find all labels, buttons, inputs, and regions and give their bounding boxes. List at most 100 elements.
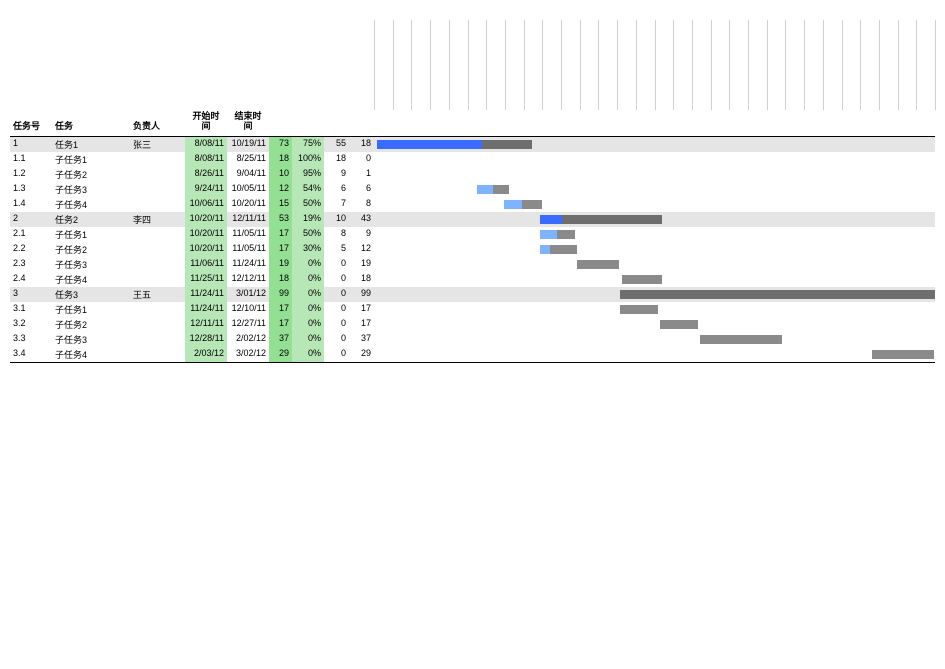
end-cell[interactable]: 11/05/11	[227, 242, 269, 257]
owner-cell[interactable]	[130, 257, 185, 272]
task-no-cell[interactable]: 1.2	[10, 167, 52, 182]
table-row[interactable]: 2.4子任务411/25/1112/12/11180%018	[10, 272, 935, 287]
dur-cell[interactable]: 53	[269, 212, 292, 227]
start-cell[interactable]: 8/26/11	[185, 167, 227, 182]
owner-cell[interactable]	[130, 332, 185, 347]
pct-cell[interactable]: 30%	[292, 242, 324, 257]
gantt-bar-remain[interactable]	[620, 305, 658, 314]
owner-cell[interactable]	[130, 197, 185, 212]
dur-cell[interactable]: 10	[269, 167, 292, 182]
pct-cell[interactable]: 0%	[292, 287, 324, 302]
task-no-cell[interactable]: 3.3	[10, 332, 52, 347]
gantt-bar-remain[interactable]	[550, 245, 577, 254]
owner-cell[interactable]: 李四	[130, 212, 185, 227]
done-cell[interactable]: 0	[324, 332, 349, 347]
pct-cell[interactable]: 0%	[292, 317, 324, 332]
remain-cell[interactable]: 19	[349, 257, 374, 272]
table-row[interactable]: 1.4子任务410/06/1110/20/111550%78	[10, 197, 935, 212]
table-row[interactable]: 3.2子任务212/11/1112/27/11170%017	[10, 317, 935, 332]
gantt-bar-remain[interactable]	[577, 260, 619, 269]
end-cell[interactable]: 12/12/11	[227, 272, 269, 287]
remain-cell[interactable]: 37	[349, 332, 374, 347]
owner-cell[interactable]	[130, 167, 185, 182]
table-row[interactable]: 1.3子任务39/24/1110/05/111254%66	[10, 182, 935, 197]
gantt-bar-done[interactable]	[377, 140, 482, 149]
task-name-cell[interactable]: 子任务1	[52, 152, 130, 167]
start-cell[interactable]: 10/20/11	[185, 212, 227, 227]
task-no-cell[interactable]: 2	[10, 212, 52, 227]
task-no-cell[interactable]: 1	[10, 137, 52, 152]
done-cell[interactable]: 7	[324, 197, 349, 212]
done-cell[interactable]: 0	[324, 317, 349, 332]
remain-cell[interactable]: 0	[349, 152, 374, 167]
table-row[interactable]: 3.3子任务312/28/112/02/12370%037	[10, 332, 935, 347]
gantt-bar-remain[interactable]	[700, 335, 782, 344]
pct-cell[interactable]: 54%	[292, 182, 324, 197]
end-cell[interactable]: 10/05/11	[227, 182, 269, 197]
gantt-bar-done[interactable]	[477, 185, 493, 194]
done-cell[interactable]: 0	[324, 347, 349, 362]
remain-cell[interactable]: 12	[349, 242, 374, 257]
start-cell[interactable]: 12/11/11	[185, 317, 227, 332]
table-row[interactable]: 1.1子任务18/08/118/25/1118100%180	[10, 152, 935, 167]
task-no-cell[interactable]: 1.1	[10, 152, 52, 167]
end-cell[interactable]: 10/20/11	[227, 197, 269, 212]
table-row[interactable]: 2.2子任务210/20/1111/05/111730%512	[10, 242, 935, 257]
end-cell[interactable]: 12/11/11	[227, 212, 269, 227]
owner-cell[interactable]	[130, 182, 185, 197]
gantt-bar-done[interactable]	[504, 200, 522, 209]
done-cell[interactable]: 0	[324, 302, 349, 317]
task-name-cell[interactable]: 子任务4	[52, 272, 130, 287]
task-name-cell[interactable]: 任务1	[52, 137, 130, 152]
owner-cell[interactable]: 张三	[130, 137, 185, 152]
end-cell[interactable]: 12/27/11	[227, 317, 269, 332]
remain-cell[interactable]: 18	[349, 137, 374, 152]
remain-cell[interactable]: 99	[349, 287, 374, 302]
start-cell[interactable]: 11/24/11	[185, 302, 227, 317]
table-row[interactable]: 2.1子任务110/20/1111/05/111750%89	[10, 227, 935, 242]
task-name-cell[interactable]: 子任务3	[52, 257, 130, 272]
start-cell[interactable]: 10/06/11	[185, 197, 227, 212]
pct-cell[interactable]: 75%	[292, 137, 324, 152]
remain-cell[interactable]: 17	[349, 317, 374, 332]
owner-cell[interactable]	[130, 152, 185, 167]
gantt-bar-remain[interactable]	[622, 275, 662, 284]
table-row[interactable]: 1任务1张三8/08/1110/19/117375%5518	[10, 137, 935, 152]
start-cell[interactable]: 11/24/11	[185, 287, 227, 302]
end-cell[interactable]: 11/05/11	[227, 227, 269, 242]
dur-cell[interactable]: 17	[269, 317, 292, 332]
task-no-cell[interactable]: 2.2	[10, 242, 52, 257]
task-name-cell[interactable]: 子任务2	[52, 242, 130, 257]
owner-cell[interactable]	[130, 227, 185, 242]
owner-cell[interactable]	[130, 347, 185, 362]
gantt-bar-remain[interactable]	[482, 140, 532, 149]
gantt-bar-remain[interactable]	[557, 230, 575, 239]
gantt-bar-remain[interactable]	[493, 185, 509, 194]
end-cell[interactable]: 10/19/11	[227, 137, 269, 152]
task-no-cell[interactable]: 1.4	[10, 197, 52, 212]
task-no-cell[interactable]: 2.1	[10, 227, 52, 242]
done-cell[interactable]: 9	[324, 167, 349, 182]
end-cell[interactable]: 3/01/12	[227, 287, 269, 302]
task-no-cell[interactable]: 3.4	[10, 347, 52, 362]
pct-cell[interactable]: 0%	[292, 347, 324, 362]
done-cell[interactable]: 5	[324, 242, 349, 257]
pct-cell[interactable]: 0%	[292, 332, 324, 347]
start-cell[interactable]: 8/08/11	[185, 152, 227, 167]
table-row[interactable]: 1.2子任务28/26/119/04/111095%91	[10, 167, 935, 182]
gantt-bar-remain[interactable]	[660, 320, 698, 329]
dur-cell[interactable]: 15	[269, 197, 292, 212]
dur-cell[interactable]: 12	[269, 182, 292, 197]
end-cell[interactable]: 9/04/11	[227, 167, 269, 182]
pct-cell[interactable]: 95%	[292, 167, 324, 182]
start-cell[interactable]: 11/06/11	[185, 257, 227, 272]
dur-cell[interactable]: 18	[269, 152, 292, 167]
task-name-cell[interactable]: 子任务1	[52, 227, 130, 242]
table-row[interactable]: 3.4子任务42/03/123/02/12290%029	[10, 347, 935, 362]
done-cell[interactable]: 8	[324, 227, 349, 242]
done-cell[interactable]: 18	[324, 152, 349, 167]
table-row[interactable]: 3任务3王五11/24/113/01/12990%099	[10, 287, 935, 302]
start-cell[interactable]: 12/28/11	[185, 332, 227, 347]
start-cell[interactable]: 10/20/11	[185, 227, 227, 242]
owner-cell[interactable]	[130, 242, 185, 257]
